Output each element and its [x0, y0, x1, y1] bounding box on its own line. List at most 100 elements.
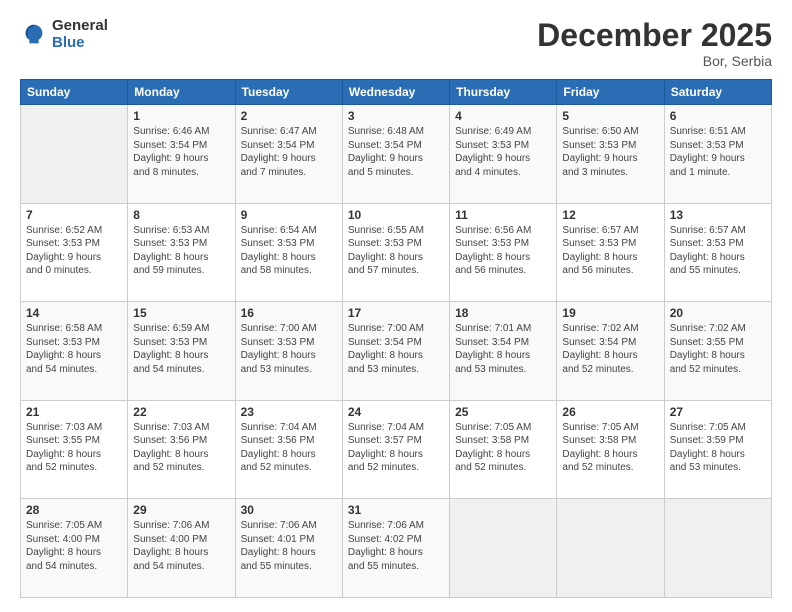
calendar-cell: 24 Sunrise: 7:04 AMSunset: 3:57 PMDayligh…: [342, 400, 449, 499]
calendar-cell: 31 Sunrise: 7:06 AMSunset: 4:02 PMDayligh…: [342, 499, 449, 598]
calendar-header: SundayMondayTuesdayWednesdayThursdayFrid…: [21, 80, 772, 105]
weekday-header-wednesday: Wednesday: [342, 80, 449, 105]
calendar-cell: 3 Sunrise: 6:48 AMSunset: 3:54 PMDaylight…: [342, 105, 449, 204]
day-info: Sunrise: 6:46 AMSunset: 3:54 PMDaylight:…: [133, 125, 229, 179]
day-info: Sunrise: 6:50 AMSunset: 3:53 PMDaylight:…: [562, 125, 658, 179]
day-number: 21: [26, 405, 122, 419]
day-number: 18: [455, 306, 551, 320]
calendar-cell: 29 Sunrise: 7:06 AMSunset: 4:00 PMDayligh…: [128, 499, 235, 598]
day-info: Sunrise: 6:59 AMSunset: 3:53 PMDaylight:…: [133, 322, 229, 376]
day-number: 26: [562, 405, 658, 419]
day-info: Sunrise: 6:54 AMSunset: 3:53 PMDaylight:…: [241, 224, 337, 278]
day-info: Sunrise: 6:56 AMSunset: 3:53 PMDaylight:…: [455, 224, 551, 278]
day-info: Sunrise: 6:55 AMSunset: 3:53 PMDaylight:…: [348, 224, 444, 278]
day-number: 1: [133, 109, 229, 123]
header: General Blue December 2025 Bor, Serbia: [20, 18, 772, 69]
logo-general-text: General: [52, 18, 108, 35]
day-number: 9: [241, 208, 337, 222]
logo: General Blue: [20, 18, 108, 51]
day-info: Sunrise: 6:53 AMSunset: 3:53 PMDaylight:…: [133, 224, 229, 278]
calendar-cell: 21 Sunrise: 7:03 AMSunset: 3:55 PMDayligh…: [21, 400, 128, 499]
calendar-cell: 26 Sunrise: 7:05 AMSunset: 3:58 PMDayligh…: [557, 400, 664, 499]
day-info: Sunrise: 7:02 AMSunset: 3:54 PMDaylight:…: [562, 322, 658, 376]
logo-icon: [20, 21, 48, 49]
day-number: 15: [133, 306, 229, 320]
calendar-week-4: 21 Sunrise: 7:03 AMSunset: 3:55 PMDayligh…: [21, 400, 772, 499]
day-info: Sunrise: 6:57 AMSunset: 3:53 PMDaylight:…: [670, 224, 766, 278]
calendar-cell: [557, 499, 664, 598]
day-number: 24: [348, 405, 444, 419]
day-number: 2: [241, 109, 337, 123]
day-info: Sunrise: 7:00 AMSunset: 3:53 PMDaylight:…: [241, 322, 337, 376]
calendar-cell: [21, 105, 128, 204]
weekday-header-thursday: Thursday: [450, 80, 557, 105]
calendar-cell: 5 Sunrise: 6:50 AMSunset: 3:53 PMDaylight…: [557, 105, 664, 204]
day-number: 23: [241, 405, 337, 419]
day-number: 28: [26, 503, 122, 517]
day-info: Sunrise: 6:57 AMSunset: 3:53 PMDaylight:…: [562, 224, 658, 278]
calendar-cell: 30 Sunrise: 7:06 AMSunset: 4:01 PMDayligh…: [235, 499, 342, 598]
day-number: 3: [348, 109, 444, 123]
day-info: Sunrise: 7:03 AMSunset: 3:55 PMDaylight:…: [26, 421, 122, 475]
weekday-row: SundayMondayTuesdayWednesdayThursdayFrid…: [21, 80, 772, 105]
day-info: Sunrise: 6:47 AMSunset: 3:54 PMDaylight:…: [241, 125, 337, 179]
day-info: Sunrise: 7:04 AMSunset: 3:56 PMDaylight:…: [241, 421, 337, 475]
day-number: 20: [670, 306, 766, 320]
day-info: Sunrise: 6:48 AMSunset: 3:54 PMDaylight:…: [348, 125, 444, 179]
calendar-cell: 9 Sunrise: 6:54 AMSunset: 3:53 PMDaylight…: [235, 203, 342, 302]
day-info: Sunrise: 7:04 AMSunset: 3:57 PMDaylight:…: [348, 421, 444, 475]
day-info: Sunrise: 7:06 AMSunset: 4:01 PMDaylight:…: [241, 519, 337, 573]
calendar-cell: 4Sunrise: 6:49 AMSunset: 3:53 PMDaylight…: [450, 105, 557, 204]
calendar-table: SundayMondayTuesdayWednesdayThursdayFrid…: [20, 79, 772, 598]
calendar-cell: 13 Sunrise: 6:57 AMSunset: 3:53 PMDayligh…: [664, 203, 771, 302]
title-block: December 2025 Bor, Serbia: [537, 18, 772, 69]
day-info: Sunrise: 7:01 AMSunset: 3:54 PMDaylight:…: [455, 322, 551, 376]
day-info: Sunrise: 7:05 AMSunset: 3:58 PMDaylight:…: [455, 421, 551, 475]
day-info: Sunrise: 6:58 AMSunset: 3:53 PMDaylight:…: [26, 322, 122, 376]
calendar-cell: [450, 499, 557, 598]
day-info: Sunrise: 7:06 AMSunset: 4:00 PMDaylight:…: [133, 519, 229, 573]
calendar-cell: 19 Sunrise: 7:02 AMSunset: 3:54 PMDayligh…: [557, 302, 664, 401]
day-number: 12: [562, 208, 658, 222]
location: Bor, Serbia: [537, 53, 772, 69]
logo-text: General Blue: [52, 18, 108, 51]
day-number: 16: [241, 306, 337, 320]
calendar-cell: 10 Sunrise: 6:55 AMSunset: 3:53 PMDayligh…: [342, 203, 449, 302]
day-info: Sunrise: 7:05 AMSunset: 4:00 PMDaylight:…: [26, 519, 122, 573]
day-info: Sunrise: 7:05 AMSunset: 3:58 PMDaylight:…: [562, 421, 658, 475]
calendar-cell: 25 Sunrise: 7:05 AMSunset: 3:58 PMDayligh…: [450, 400, 557, 499]
day-number: 17: [348, 306, 444, 320]
calendar-week-2: 7Sunrise: 6:52 AMSunset: 3:53 PMDaylight…: [21, 203, 772, 302]
day-number: 22: [133, 405, 229, 419]
calendar-cell: 22 Sunrise: 7:03 AMSunset: 3:56 PMDayligh…: [128, 400, 235, 499]
calendar-cell: 20Sunrise: 7:02 AMSunset: 3:55 PMDayligh…: [664, 302, 771, 401]
weekday-header-saturday: Saturday: [664, 80, 771, 105]
weekday-header-sunday: Sunday: [21, 80, 128, 105]
day-number: 31: [348, 503, 444, 517]
month-title: December 2025: [537, 18, 772, 53]
day-info: Sunrise: 7:00 AMSunset: 3:54 PMDaylight:…: [348, 322, 444, 376]
day-info: Sunrise: 7:06 AMSunset: 4:02 PMDaylight:…: [348, 519, 444, 573]
calendar-week-1: 1 Sunrise: 6:46 AMSunset: 3:54 PMDaylight…: [21, 105, 772, 204]
day-number: 13: [670, 208, 766, 222]
day-number: 5: [562, 109, 658, 123]
calendar-cell: 15 Sunrise: 6:59 AMSunset: 3:53 PMDayligh…: [128, 302, 235, 401]
calendar-body: 1 Sunrise: 6:46 AMSunset: 3:54 PMDaylight…: [21, 105, 772, 598]
calendar-cell: 17 Sunrise: 7:00 AMSunset: 3:54 PMDayligh…: [342, 302, 449, 401]
weekday-header-tuesday: Tuesday: [235, 80, 342, 105]
calendar-cell: 14Sunrise: 6:58 AMSunset: 3:53 PMDayligh…: [21, 302, 128, 401]
calendar-cell: 28 Sunrise: 7:05 AMSunset: 4:00 PMDayligh…: [21, 499, 128, 598]
day-info: Sunrise: 6:52 AMSunset: 3:53 PMDaylight:…: [26, 224, 122, 278]
day-number: 10: [348, 208, 444, 222]
day-info: Sunrise: 7:05 AMSunset: 3:59 PMDaylight:…: [670, 421, 766, 475]
day-number: 25: [455, 405, 551, 419]
calendar-week-5: 28 Sunrise: 7:05 AMSunset: 4:00 PMDayligh…: [21, 499, 772, 598]
calendar-cell: 11Sunrise: 6:56 AMSunset: 3:53 PMDayligh…: [450, 203, 557, 302]
day-info: Sunrise: 7:03 AMSunset: 3:56 PMDaylight:…: [133, 421, 229, 475]
calendar-cell: 6Sunrise: 6:51 AMSunset: 3:53 PMDaylight…: [664, 105, 771, 204]
day-number: 30: [241, 503, 337, 517]
day-number: 8: [133, 208, 229, 222]
day-number: 29: [133, 503, 229, 517]
day-number: 19: [562, 306, 658, 320]
calendar-cell: 1 Sunrise: 6:46 AMSunset: 3:54 PMDaylight…: [128, 105, 235, 204]
